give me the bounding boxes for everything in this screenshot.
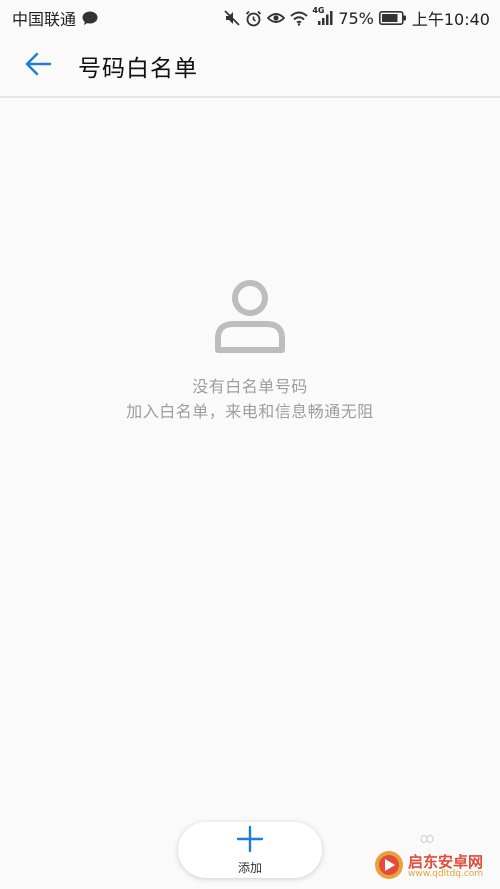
status-right: 4G 75% 上午10:40 — [224, 6, 490, 30]
add-button[interactable]: 添加 — [178, 822, 322, 878]
watermark-eyes-icon — [420, 835, 434, 843]
watermark: 启东安卓网 www.qdltdq.com — [374, 850, 483, 884]
watermark-url: www.qdltdq.com — [408, 869, 484, 880]
back-button[interactable] — [10, 38, 66, 94]
signal-icon: 4G — [312, 6, 333, 27]
title-bar: 号码白名单 — [0, 36, 500, 98]
back-arrow-icon — [24, 52, 52, 80]
page-title: 号码白名单 — [78, 56, 198, 82]
carrier-name: 中国联通 — [12, 10, 77, 29]
clock-time: 上午10:40 — [411, 10, 490, 29]
add-label: 添加 — [237, 860, 262, 875]
plus-icon — [236, 825, 264, 857]
wifi-icon — [290, 9, 308, 27]
watermark-brand: 启东安卓网 — [408, 852, 484, 871]
battery-percent: 75% — [338, 8, 374, 28]
message-bubble-icon — [82, 9, 98, 27]
watermark-logo-icon — [374, 850, 404, 884]
status-left: 中国联通 — [12, 6, 98, 30]
status-bar: 中国联通 4G 75% 上午10:40 — [0, 0, 500, 36]
empty-title: 没有白名单号码 — [192, 377, 308, 396]
person-icon — [210, 276, 290, 360]
alarm-icon — [245, 9, 262, 27]
watermark-text: 启东安卓网 www.qdltdq.com — [408, 854, 483, 880]
network-type-label: 4G — [312, 6, 325, 15]
eye-icon — [267, 9, 286, 27]
empty-subtitle: 加入白名单，来电和信息畅通无阻 — [126, 402, 374, 421]
empty-state: 没有白名单号码 加入白名单，来电和信息畅通无阻 — [0, 276, 500, 424]
mute-icon — [224, 9, 240, 27]
battery-icon — [378, 9, 407, 27]
